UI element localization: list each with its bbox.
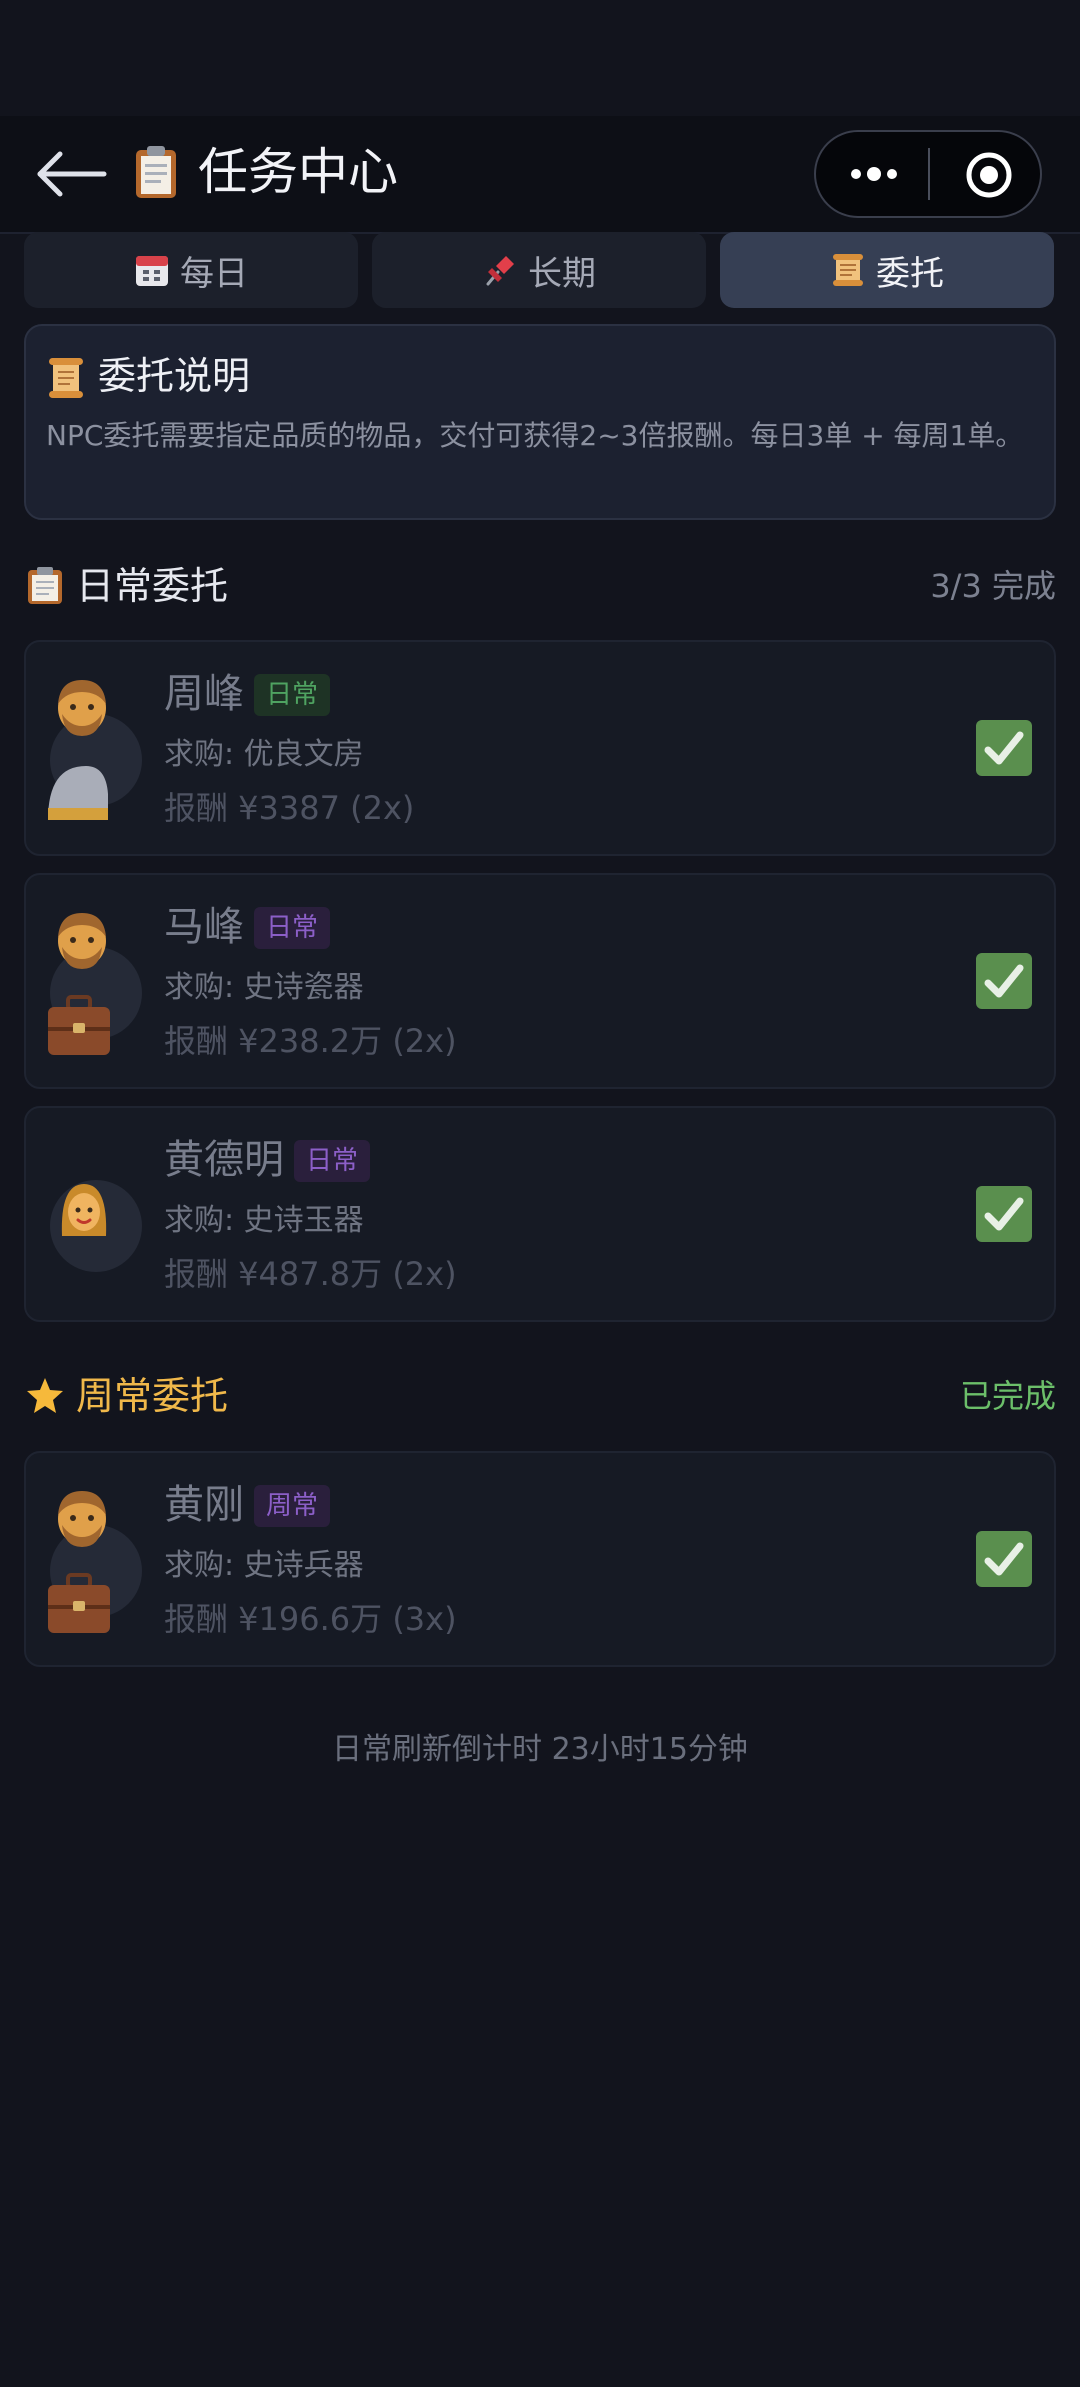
check-mark-icon — [976, 1186, 1032, 1242]
clipboard-icon — [26, 566, 64, 606]
pushpin-icon — [482, 252, 518, 288]
reward-text: 报酬 ¥3387 (2x) — [164, 789, 415, 827]
mini-program-capsule — [814, 130, 1042, 218]
daily-section-header: 日常委托 3/3 完成 — [24, 556, 1056, 616]
commission-card: 周峰 日常 求购: 优良文房 报酬 ¥3387 (2x) — [24, 640, 1056, 856]
tab-longterm[interactable]: 长期 — [372, 232, 706, 308]
tab-bar: 每日 长期 委托 — [24, 232, 1056, 308]
npc-name: 黄刚 — [164, 1482, 244, 1528]
briefcase-icon — [46, 1571, 112, 1637]
star-icon — [26, 1376, 64, 1416]
refresh-countdown: 日常刷新倒计时 23小时15分钟 — [332, 1732, 748, 1767]
tab-commission[interactable]: 委托 — [720, 232, 1054, 308]
reward-text: 报酬 ¥196.6万 (3x) — [164, 1600, 457, 1638]
man-face-icon — [54, 674, 110, 740]
check-mark-icon — [976, 720, 1032, 776]
close-target-icon[interactable] — [964, 150, 1014, 200]
check-mark-icon — [976, 1531, 1032, 1587]
weekly-section-header: 周常委托 已完成 — [24, 1366, 1056, 1426]
npc-name: 周峰 — [164, 671, 244, 717]
briefcase-icon — [46, 993, 112, 1059]
frequency-tag: 日常 — [254, 674, 331, 716]
back-arrow-icon[interactable] — [34, 146, 108, 202]
tab-daily-label: 每日 — [180, 253, 248, 294]
npc-name: 马峰 — [164, 904, 244, 950]
tab-commission-label: 委托 — [876, 253, 944, 294]
weekly-section-status: 已完成 — [959, 1377, 1056, 1415]
tab-longterm-label: 长期 — [528, 253, 596, 294]
scroll-icon — [830, 252, 866, 288]
commission-card: 黄刚 周常 求购: 史诗兵器 报酬 ¥196.6万 (3x) — [24, 1451, 1056, 1667]
nav-bar: 任务中心 — [0, 116, 1080, 234]
reward-text: 报酬 ¥487.8万 (2x) — [164, 1255, 457, 1293]
frequency-tag: 周常 — [254, 1485, 331, 1527]
commission-info-card: 委托说明 NPC委托需要指定品质的物品，交付可获得2~3倍报酬。每日3单 + 每… — [24, 324, 1056, 520]
info-description: NPC委托需要指定品质的物品，交付可获得2~3倍报酬。每日3单 + 每周1单。 — [46, 419, 1024, 452]
requested-item: 求购: 史诗瓷器 — [164, 970, 364, 1005]
man-face-icon — [54, 907, 110, 973]
commission-card: 黄德明 日常 求购: 史诗玉器 报酬 ¥487.8万 (2x) — [24, 1106, 1056, 1322]
weekly-section-title: 周常委托 — [76, 1374, 229, 1418]
reward-text: 报酬 ¥238.2万 (2x) — [164, 1022, 457, 1060]
npc-name: 黄德明 — [164, 1137, 284, 1183]
scroll-icon — [46, 356, 86, 400]
moon-badge-icon — [46, 760, 112, 826]
check-mark-icon — [976, 953, 1032, 1009]
page-title: 任务中心 — [198, 143, 398, 201]
more-icon[interactable] — [844, 154, 904, 194]
status-bar — [0, 0, 1080, 116]
frequency-tag: 日常 — [254, 907, 331, 949]
daily-section-status: 3/3 完成 — [930, 567, 1056, 605]
requested-item: 求购: 优良文房 — [164, 737, 364, 772]
daily-section-title: 日常委托 — [76, 564, 229, 608]
clipboard-icon — [134, 144, 178, 200]
woman-face-icon — [60, 1180, 108, 1238]
man-face-icon — [54, 1485, 110, 1551]
capsule-divider — [928, 148, 930, 200]
frequency-tag: 日常 — [294, 1140, 371, 1182]
requested-item: 求购: 史诗玉器 — [164, 1203, 364, 1238]
requested-item: 求购: 史诗兵器 — [164, 1548, 364, 1583]
tab-daily[interactable]: 每日 — [24, 232, 358, 308]
info-title: 委托说明 — [98, 354, 251, 398]
commission-card: 马峰 日常 求购: 史诗瓷器 报酬 ¥238.2万 (2x) — [24, 873, 1056, 1089]
calendar-icon — [134, 252, 170, 288]
